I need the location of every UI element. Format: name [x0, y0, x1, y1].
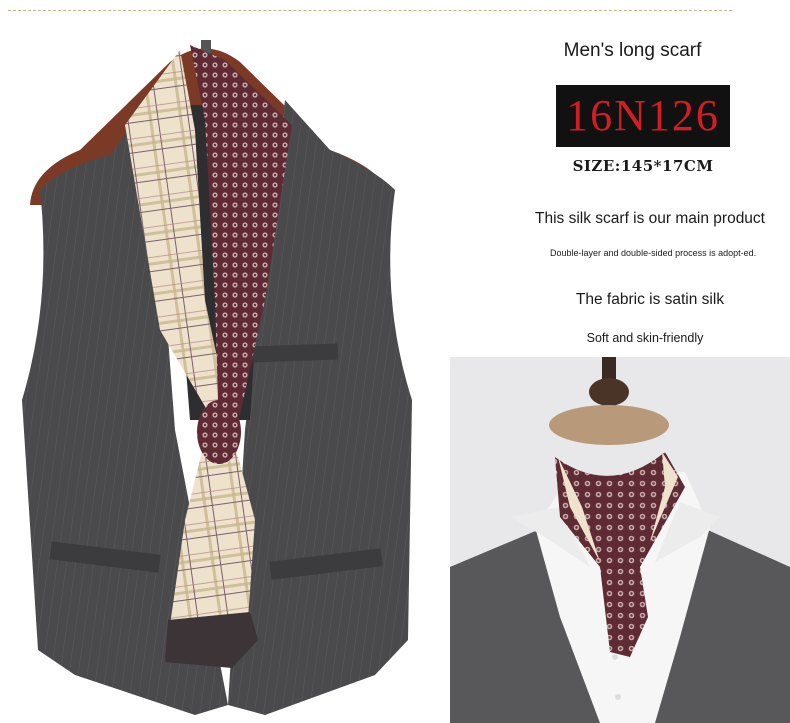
model-code-box: 16N126 [556, 85, 730, 147]
scarf-knot [197, 400, 241, 464]
vest-scarf-photo [22, 40, 412, 715]
feature-soft: Soft and skin-friendly [586, 331, 704, 345]
feature-main-product: This silk scarf is our main product [535, 210, 765, 227]
mannequin-photo [450, 357, 790, 723]
feature-fabric: The fabric is satin silk [575, 291, 725, 308]
feature-process: Double-layer and double-sided process is… [550, 248, 757, 258]
model-code: 16N126 [566, 91, 720, 140]
size-label: SIZE:145*17CM [572, 157, 714, 175]
product-title: Men's long scarf [563, 40, 702, 61]
